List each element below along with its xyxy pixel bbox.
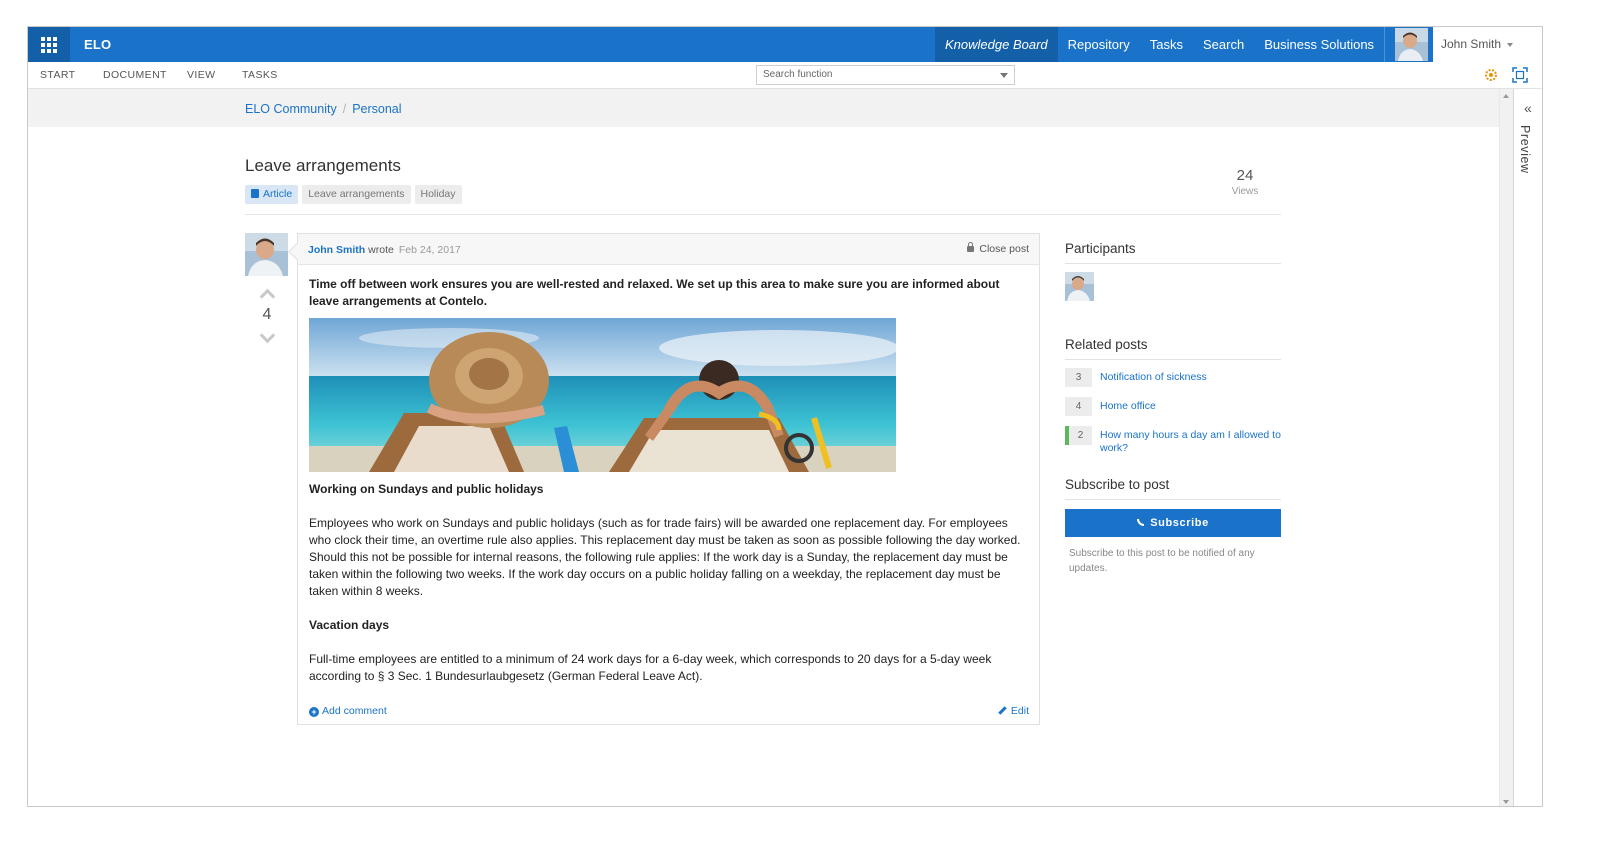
- related-post-item[interactable]: 3 Notification of sickness: [1065, 368, 1281, 387]
- plus-circle-icon: +: [309, 707, 319, 717]
- close-post-button[interactable]: Close post: [967, 242, 1029, 255]
- post-meta: John Smith wrote Feb 24, 2017: [308, 244, 461, 256]
- fullscreen-icon[interactable]: [1512, 67, 1528, 83]
- ribbon-tab-tasks[interactable]: TASKS: [242, 62, 278, 88]
- post-date: Feb 24, 2017: [398, 244, 461, 256]
- related-post-count: 3: [1065, 368, 1092, 387]
- related-post-count: 2: [1065, 426, 1092, 445]
- app-launcher-button[interactable]: [28, 27, 70, 62]
- breadcrumb: ELO Community / Personal: [245, 102, 402, 116]
- add-comment-label: Add comment: [322, 705, 387, 717]
- wrote-label: wrote: [368, 244, 394, 256]
- chevron-down-icon: [1507, 42, 1514, 47]
- related-posts-list: 3 Notification of sickness 4 Home office…: [1065, 368, 1281, 455]
- nav-knowledge-board[interactable]: Knowledge Board: [935, 27, 1058, 62]
- tag-label: Article: [263, 188, 293, 200]
- nav-business-solutions[interactable]: Business Solutions: [1254, 27, 1384, 62]
- related-post-link[interactable]: Home office: [1100, 397, 1156, 413]
- views-count: 24: [1236, 167, 1254, 184]
- search-function-placeholder: Search function: [763, 69, 833, 80]
- user-avatar[interactable]: [1395, 28, 1428, 61]
- upvote-icon[interactable]: [259, 288, 275, 305]
- app-window: ELO Knowledge Board Repository Tasks Sea…: [27, 26, 1543, 807]
- post-card: John Smith wrote Feb 24, 2017 Close post T…: [297, 233, 1040, 725]
- vote-count: 4: [262, 306, 272, 323]
- breadcrumb-separator: /: [342, 102, 347, 116]
- subscribe-heading: Subscribe to post: [1065, 477, 1281, 500]
- rss-icon: [1137, 519, 1145, 526]
- subscribe-button-label: Subscribe: [1150, 517, 1209, 529]
- breadcrumb-elo-community[interactable]: ELO Community: [245, 102, 337, 116]
- participant-avatar[interactable]: [1065, 272, 1094, 301]
- vertical-scrollbar[interactable]: [1499, 89, 1513, 806]
- ribbon-bar: START DOCUMENT VIEW TASKS Search functio…: [28, 62, 1542, 89]
- divider: [245, 214, 1281, 215]
- preview-label: Preview: [1518, 125, 1532, 174]
- user-name: John Smith: [1441, 37, 1502, 51]
- section-heading-vacation: Vacation days: [309, 618, 390, 632]
- nav-repository[interactable]: Repository: [1058, 27, 1140, 62]
- breadcrumb-bar: ELO Community / Personal: [28, 89, 1499, 127]
- section-heading-sundays: Working on Sundays and public holidays: [309, 482, 544, 496]
- preview-pane-toggle[interactable]: « Preview: [1513, 89, 1542, 806]
- lock-icon: [967, 242, 975, 252]
- edit-link[interactable]: Edit: [998, 705, 1029, 717]
- chevron-down-icon: [1000, 73, 1008, 78]
- top-navigation-bar: ELO Knowledge Board Repository Tasks Sea…: [28, 27, 1542, 62]
- beach-photo: [309, 318, 896, 472]
- section-text-vacation: Full-time employees are entitled to a mi…: [309, 652, 992, 683]
- book-icon: [251, 189, 259, 198]
- close-post-label: Close post: [979, 243, 1029, 255]
- subscribe-note: Subscribe to this post to be notified of…: [1069, 548, 1255, 574]
- nav-search[interactable]: Search: [1193, 27, 1254, 62]
- search-function-input[interactable]: Search function: [756, 65, 1015, 85]
- scroll-down-icon[interactable]: [1503, 800, 1509, 804]
- main-content: ELO Community / Personal Leave arrangement…: [28, 89, 1499, 806]
- author-link[interactable]: John Smith: [308, 244, 365, 256]
- settings-gear-icon[interactable]: [1483, 67, 1499, 83]
- edit-label: Edit: [1010, 705, 1029, 717]
- author-avatar[interactable]: [245, 233, 288, 276]
- tag-list: Article Leave arrangements Holiday: [245, 185, 462, 204]
- subscribe-button[interactable]: Subscribe: [1065, 509, 1281, 537]
- vote-widget: 4: [253, 287, 281, 344]
- scroll-up-icon[interactable]: [1503, 94, 1509, 98]
- participants-heading: Participants: [1065, 241, 1281, 264]
- post-header: John Smith wrote Feb 24, 2017 Close post: [298, 234, 1039, 265]
- downvote-icon[interactable]: [259, 327, 275, 344]
- related-post-link[interactable]: How many hours a day am I allowed to wor…: [1100, 426, 1281, 455]
- grid-icon: [41, 36, 57, 53]
- section-text-sundays: Employees who work on Sundays and public…: [309, 516, 1021, 598]
- tag-article[interactable]: Article: [245, 185, 299, 204]
- related-post-link[interactable]: Notification of sickness: [1100, 368, 1207, 384]
- ribbon-tab-start[interactable]: START: [40, 62, 75, 88]
- post-sidebar: Participants Related posts 3 Notificatio…: [1065, 241, 1281, 576]
- add-comment-link[interactable]: + Add comment: [309, 705, 387, 717]
- pencil-icon: [998, 706, 1007, 715]
- brand-logo: ELO: [84, 37, 112, 52]
- related-post-item[interactable]: 2 How many hours a day am I allowed to w…: [1065, 426, 1281, 455]
- tag-leave-arrangements[interactable]: Leave arrangements: [302, 185, 411, 204]
- ribbon-tab-view[interactable]: VIEW: [187, 62, 215, 88]
- main-nav: Knowledge Board Repository Tasks Search …: [935, 27, 1415, 62]
- views-counter: 24 Views: [1218, 167, 1272, 197]
- related-post-item[interactable]: 4 Home office: [1065, 397, 1281, 416]
- double-chevron-left-icon: «: [1524, 100, 1532, 116]
- post-body: Time off between work ensures you are we…: [309, 276, 1029, 685]
- nav-tasks[interactable]: Tasks: [1140, 27, 1193, 62]
- views-label: Views: [1231, 186, 1259, 197]
- post-lead: Time off between work ensures you are we…: [309, 277, 1000, 308]
- user-menu[interactable]: John Smith: [1433, 27, 1542, 62]
- page-title: Leave arrangements: [245, 156, 401, 175]
- related-posts-heading: Related posts: [1065, 337, 1281, 360]
- tag-holiday[interactable]: Holiday: [414, 185, 462, 204]
- breadcrumb-personal[interactable]: Personal: [352, 102, 401, 116]
- ribbon-tab-document[interactable]: DOCUMENT: [103, 62, 167, 88]
- related-post-count: 4: [1065, 397, 1092, 416]
